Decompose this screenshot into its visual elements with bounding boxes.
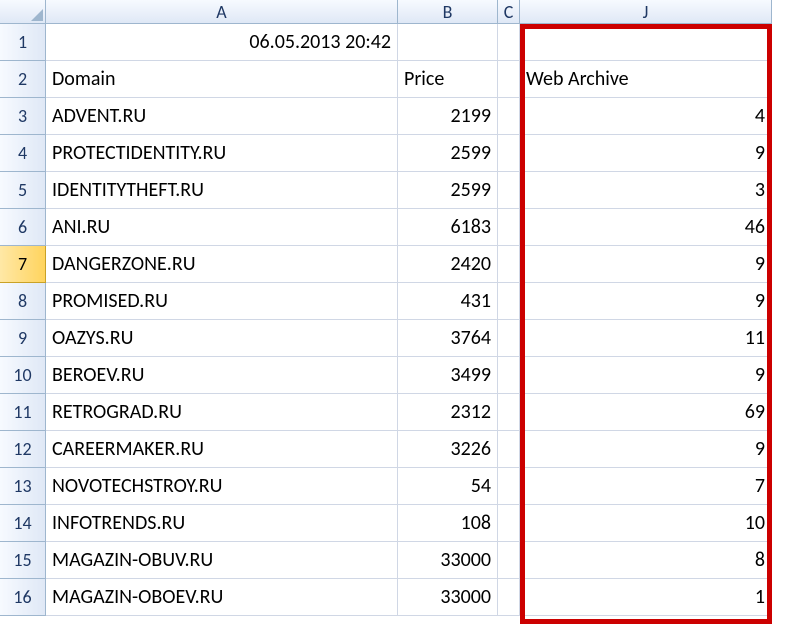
cell-A14[interactable]: INFOTRENDS.RU: [46, 505, 398, 542]
cell-B9[interactable]: 3764: [398, 320, 498, 357]
row-header-6[interactable]: 6: [0, 209, 46, 246]
cell-A4[interactable]: PROTECTIDENTITY.RU: [46, 135, 398, 172]
row-header-12[interactable]: 12: [0, 431, 46, 468]
cell-J11[interactable]: 69: [520, 394, 772, 431]
cell-J3[interactable]: 4: [520, 98, 772, 135]
cell-C7[interactable]: [498, 246, 520, 283]
cell-A7[interactable]: DANGERZONE.RU: [46, 246, 398, 283]
cell-A16[interactable]: MAGAZIN-OBOEV.RU: [46, 579, 398, 616]
row-header-3[interactable]: 3: [0, 98, 46, 135]
cell-B1[interactable]: [398, 24, 498, 61]
cell-C12[interactable]: [498, 431, 520, 468]
row-header-13[interactable]: 13: [0, 468, 46, 505]
select-all-corner[interactable]: [0, 0, 46, 24]
cell-C11[interactable]: [498, 394, 520, 431]
cell-C14[interactable]: [498, 505, 520, 542]
cell-A11[interactable]: RETROGRAD.RU: [46, 394, 398, 431]
cell-C16[interactable]: [498, 579, 520, 616]
cell-J1[interactable]: [520, 24, 772, 61]
row-header-10[interactable]: 10: [0, 357, 46, 394]
cell-A9[interactable]: OAZYS.RU: [46, 320, 398, 357]
cell-J6[interactable]: 46: [520, 209, 772, 246]
row-header-8[interactable]: 8: [0, 283, 46, 320]
cell-B11[interactable]: 2312: [398, 394, 498, 431]
cell-C4[interactable]: [498, 135, 520, 172]
cell-B15[interactable]: 33000: [398, 542, 498, 579]
cell-B2-price-header[interactable]: Price: [398, 61, 498, 98]
cell-J9[interactable]: 11: [520, 320, 772, 357]
col-header-J[interactable]: J: [520, 0, 772, 24]
row-header-15[interactable]: 15: [0, 542, 46, 579]
cell-A10[interactable]: BEROEV.RU: [46, 357, 398, 394]
cell-A5[interactable]: IDENTITYTHEFT.RU: [46, 172, 398, 209]
cell-C13[interactable]: [498, 468, 520, 505]
cell-A3[interactable]: ADVENT.RU: [46, 98, 398, 135]
col-header-B[interactable]: B: [398, 0, 498, 24]
cell-C10[interactable]: [498, 357, 520, 394]
cell-J2-webarchive-header[interactable]: Web Archive: [520, 61, 772, 98]
cell-B8[interactable]: 431: [398, 283, 498, 320]
cell-J8[interactable]: 9: [520, 283, 772, 320]
cell-A6[interactable]: ANI.RU: [46, 209, 398, 246]
cell-B5[interactable]: 2599: [398, 172, 498, 209]
spreadsheet-grid[interactable]: A B C J 1 06.05.2013 20:42 2 Domain Pric…: [0, 0, 807, 616]
cell-C5[interactable]: [498, 172, 520, 209]
cell-B6[interactable]: 6183: [398, 209, 498, 246]
row-header-14[interactable]: 14: [0, 505, 46, 542]
cell-J15[interactable]: 8: [520, 542, 772, 579]
cell-J7[interactable]: 9: [520, 246, 772, 283]
cell-J14[interactable]: 10: [520, 505, 772, 542]
row-header-7[interactable]: 7: [0, 246, 46, 283]
cell-J10[interactable]: 9: [520, 357, 772, 394]
cell-C15[interactable]: [498, 542, 520, 579]
col-header-C[interactable]: C: [498, 0, 520, 24]
cell-C9[interactable]: [498, 320, 520, 357]
cell-B12[interactable]: 3226: [398, 431, 498, 468]
cell-J12[interactable]: 9: [520, 431, 772, 468]
cell-B4[interactable]: 2599: [398, 135, 498, 172]
cell-B13[interactable]: 54: [398, 468, 498, 505]
row-header-16[interactable]: 16: [0, 579, 46, 616]
cell-J13[interactable]: 7: [520, 468, 772, 505]
cell-J5[interactable]: 3: [520, 172, 772, 209]
cell-A13[interactable]: NOVOTECHSTROY.RU: [46, 468, 398, 505]
row-header-11[interactable]: 11: [0, 394, 46, 431]
cell-B16[interactable]: 33000: [398, 579, 498, 616]
cell-B14[interactable]: 108: [398, 505, 498, 542]
row-header-5[interactable]: 5: [0, 172, 46, 209]
cell-A1[interactable]: 06.05.2013 20:42: [46, 24, 398, 61]
cell-C2[interactable]: [498, 61, 520, 98]
cell-B10[interactable]: 3499: [398, 357, 498, 394]
cell-J16[interactable]: 1: [520, 579, 772, 616]
cell-C1[interactable]: [498, 24, 520, 61]
col-header-A[interactable]: A: [46, 0, 398, 24]
row-header-9[interactable]: 9: [0, 320, 46, 357]
cell-J4[interactable]: 9: [520, 135, 772, 172]
cell-C6[interactable]: [498, 209, 520, 246]
cell-A8[interactable]: PROMISED.RU: [46, 283, 398, 320]
row-header-4[interactable]: 4: [0, 135, 46, 172]
row-header-1[interactable]: 1: [0, 24, 46, 61]
cell-A12[interactable]: CAREERMAKER.RU: [46, 431, 398, 468]
cell-A2-domain-header[interactable]: Domain: [46, 61, 398, 98]
cell-A15[interactable]: MAGAZIN-OBUV.RU: [46, 542, 398, 579]
cell-C3[interactable]: [498, 98, 520, 135]
cell-B3[interactable]: 2199: [398, 98, 498, 135]
cell-B7[interactable]: 2420: [398, 246, 498, 283]
row-header-2[interactable]: 2: [0, 61, 46, 98]
cell-C8[interactable]: [498, 283, 520, 320]
